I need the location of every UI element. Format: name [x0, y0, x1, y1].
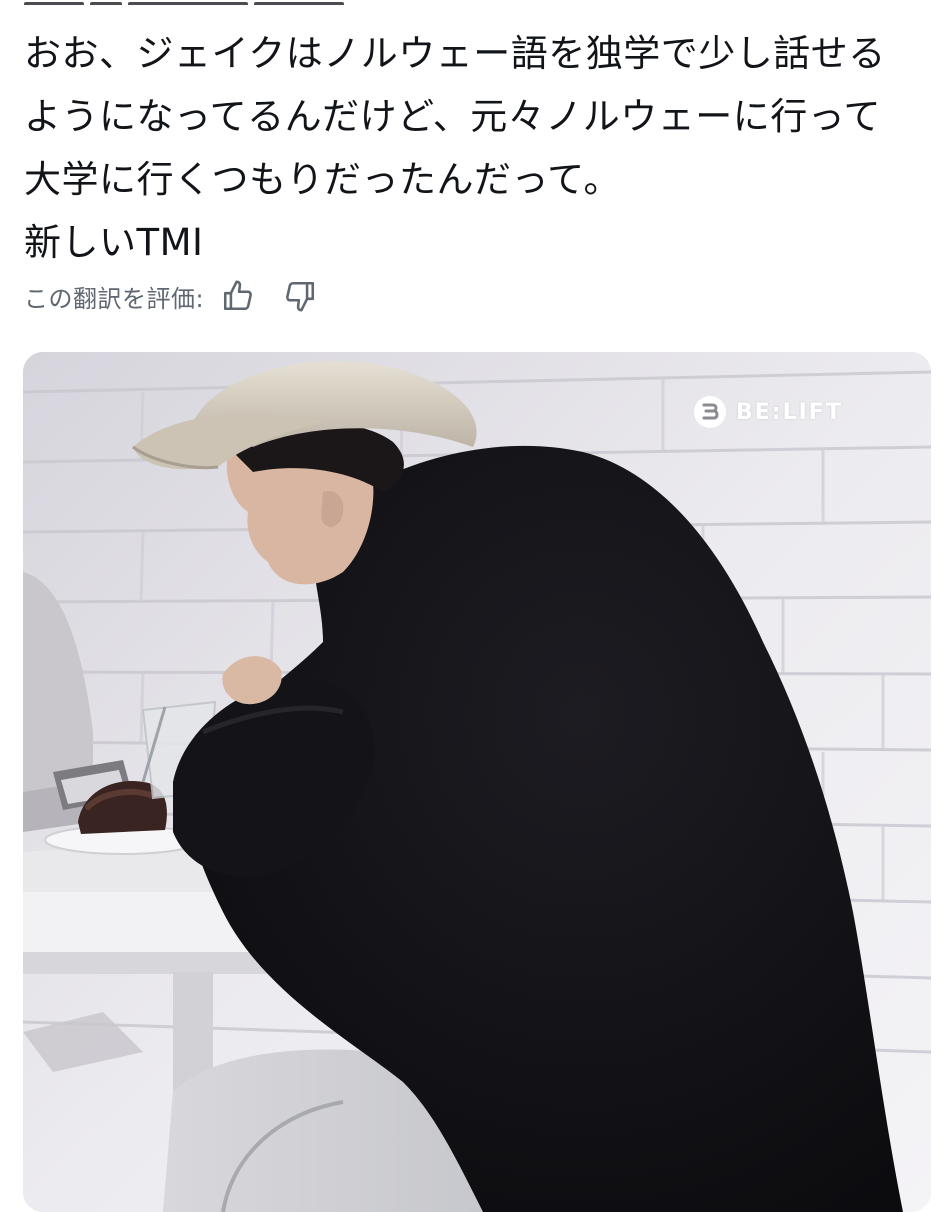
- thumbs-up-icon: [224, 280, 253, 311]
- rate-translation-label: この翻訳を評価:: [24, 284, 205, 313]
- watermark-text: BE:LIFT: [736, 399, 843, 425]
- translated-post-text: おお、ジェイクはノルウェー語を独学で少し話せる ようになってるんだけど、元々ノル…: [24, 22, 929, 274]
- photo-illustration: [23, 352, 931, 1212]
- cut-off-previous-line: [24, 0, 404, 5]
- post-text-line: 新しいTMI: [24, 221, 204, 264]
- belift-logo: [694, 396, 726, 428]
- post-text-line: 大学に行くつもりだったんだって。: [24, 158, 622, 201]
- thumbs-down-button[interactable]: [280, 276, 320, 316]
- thumbs-down-icon: [286, 281, 315, 312]
- post-text-line: ようになってるんだけど、元々ノルウェーに行って: [24, 95, 881, 138]
- belift-watermark: BE:LIFT: [693, 395, 843, 429]
- post-text-line: おお、ジェイクはノルウェー語を独学で少し話せる: [24, 32, 886, 75]
- thumbs-up-button[interactable]: [218, 276, 258, 316]
- translation-rating: この翻訳を評価:: [24, 276, 320, 316]
- attached-photo[interactable]: BE:LIFT: [23, 352, 931, 1212]
